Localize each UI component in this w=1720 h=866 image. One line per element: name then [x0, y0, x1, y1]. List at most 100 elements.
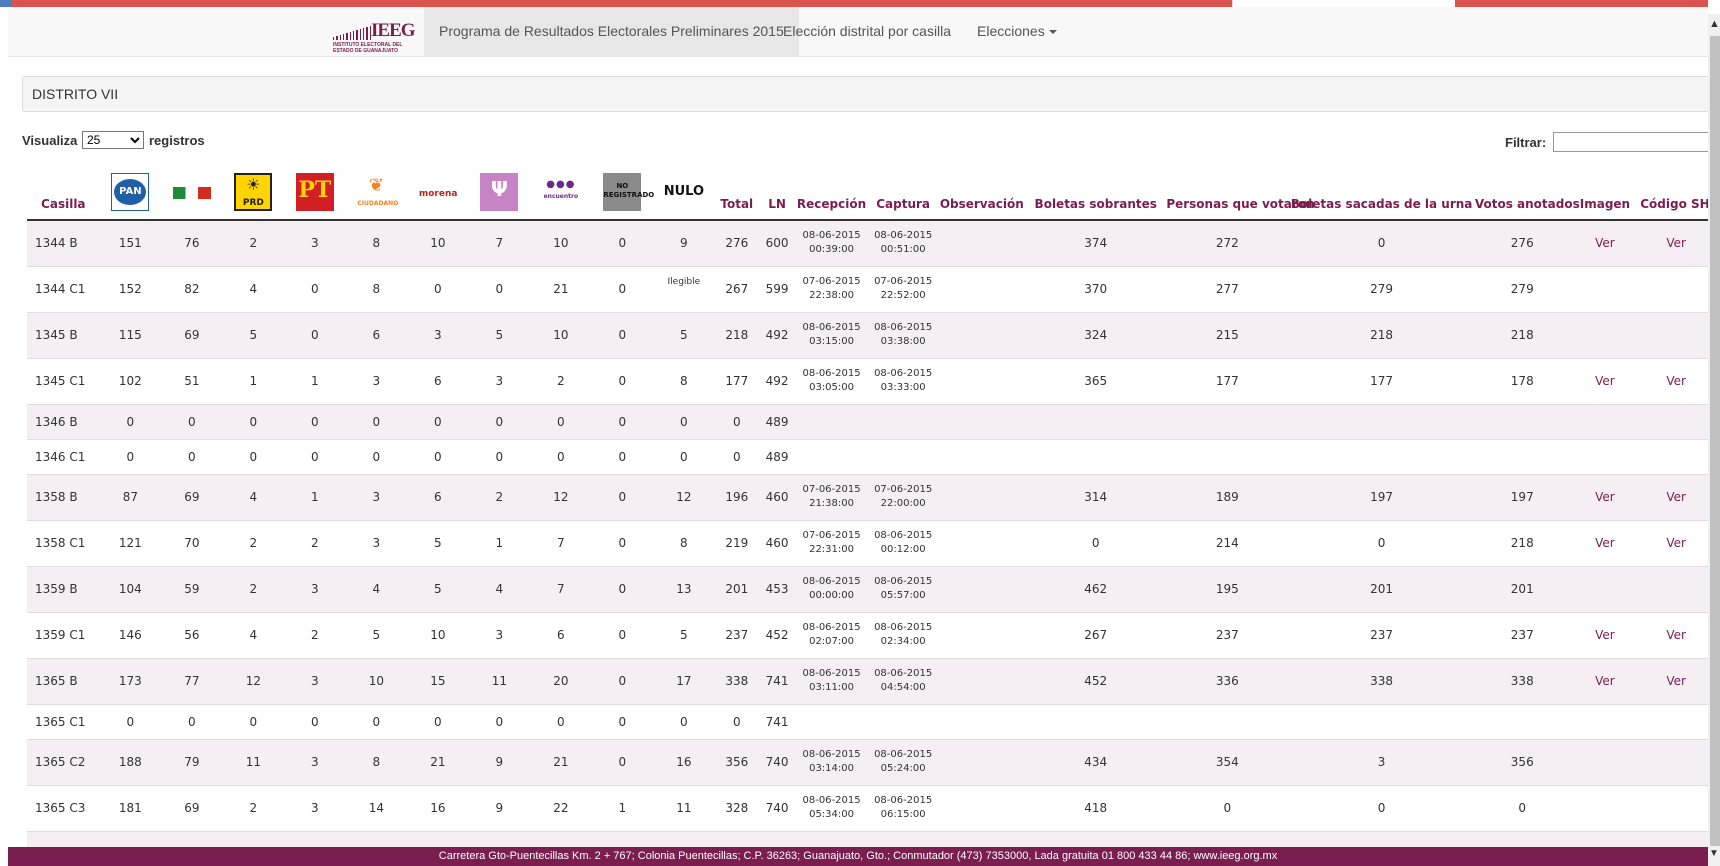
- captura-time: 02:34:00: [880, 636, 926, 647]
- captura-date: 08-06-2015: [874, 622, 933, 633]
- party-votes-cell: 173: [99, 657, 162, 704]
- ver-imagen-link[interactable]: Ver: [1595, 536, 1615, 550]
- party-votes-cell: 0: [222, 703, 285, 739]
- col-party[interactable]: [222, 165, 285, 221]
- party-votes-cell: 5: [222, 830, 285, 847]
- table-row: 1365 C2 188 79 11 3 8 21 9 21 0 16 356 740 08-06-2015…: [27, 738, 1712, 785]
- personas-votaron-cell: 277: [1166, 265, 1289, 312]
- personas-votaron-cell: [1166, 438, 1289, 474]
- ver-imagen-link[interactable]: Ver: [1595, 674, 1615, 688]
- ver-imagen-link[interactable]: Ver: [1595, 374, 1615, 388]
- party-votes-cell: 0: [468, 265, 531, 312]
- captura-time: 22:52:00: [880, 290, 926, 301]
- col-casilla[interactable]: Casilla: [27, 165, 100, 221]
- party-votes-cell: 10: [468, 830, 531, 847]
- col-observacion[interactable]: Observación: [938, 165, 1026, 221]
- col-party[interactable]: [591, 165, 654, 221]
- scroll-down-icon[interactable]: ▼: [1709, 848, 1720, 860]
- party-votes-cell: 0: [591, 219, 654, 266]
- col-captura[interactable]: Captura: [867, 165, 939, 221]
- observacion-cell: [938, 830, 1026, 847]
- party-votes-cell: 0: [591, 565, 654, 612]
- observacion-cell: [938, 403, 1026, 439]
- col-party[interactable]: [284, 165, 346, 221]
- party-votes-cell: 6: [407, 473, 469, 520]
- party-votes-cell: 0: [161, 403, 223, 439]
- nav-eleccion-distrital[interactable]: Elección distrital por casilla: [768, 7, 966, 56]
- filter-label: Filtrar:: [1505, 135, 1547, 150]
- party-votes-cell: 3: [345, 519, 408, 566]
- col-nulo[interactable]: NULO: [653, 165, 715, 221]
- codigo-sha-cell: [1640, 703, 1712, 739]
- col-codigo-sha[interactable]: Código SHA: [1640, 165, 1712, 221]
- party-votes-cell: 8: [345, 219, 408, 266]
- ver-sha-link[interactable]: Ver: [1666, 674, 1686, 688]
- party-votes-cell: 0: [284, 403, 346, 439]
- party-votes-cell: 16: [407, 784, 469, 831]
- col-party[interactable]: [530, 165, 592, 221]
- ver-sha-link[interactable]: Ver: [1666, 536, 1686, 550]
- col-imagen[interactable]: Imagen: [1569, 165, 1641, 221]
- col-total[interactable]: Total: [714, 165, 759, 221]
- boletas-sobrantes-cell: 418: [1025, 784, 1167, 831]
- ln-cell: 492: [758, 311, 796, 358]
- observacion-cell: [938, 438, 1026, 474]
- ln-cell: 452: [758, 611, 796, 658]
- boletas-sacadas-cell: 4: [1288, 830, 1475, 847]
- party-votes-cell: 51: [161, 357, 223, 404]
- recepcion-cell: 08-06-2015: [795, 830, 868, 847]
- col-recepcion[interactable]: Recepción: [795, 165, 868, 221]
- party-votes-cell: 10: [530, 311, 592, 358]
- ver-sha-link[interactable]: Ver: [1666, 236, 1686, 250]
- personas-votaron-cell: 189: [1166, 473, 1289, 520]
- party-votes-cell: 188: [99, 738, 162, 785]
- party-votes-cell: 0: [591, 519, 654, 566]
- footer-text: Carretera Gto-Puentecillas Km. 2 + 767; …: [438, 850, 1278, 862]
- col-party[interactable]: [407, 165, 469, 221]
- ver-sha-link[interactable]: Ver: [1666, 490, 1686, 504]
- imagen-cell: [1569, 703, 1641, 739]
- col-boletas-sacadas[interactable]: Boletas sacadas de la urna: [1288, 165, 1475, 221]
- casilla-cell: 1365 C2: [27, 738, 100, 785]
- personas-votaron-cell: 237: [1166, 611, 1289, 658]
- codigo-sha-cell: [1640, 265, 1712, 312]
- captura-cell: [867, 703, 939, 739]
- codigo-sha-cell: Ver: [1640, 357, 1712, 404]
- boletas-sacadas-cell: 237: [1288, 611, 1475, 658]
- captura-time: 04:54:00: [880, 682, 926, 693]
- personas-votaron-cell: 0: [1166, 784, 1289, 831]
- filter-input[interactable]: [1553, 132, 1718, 152]
- nav-elecciones-dropdown[interactable]: Elecciones: [962, 7, 1072, 56]
- party-votes-cell: 0: [161, 438, 223, 474]
- nav-prep-2015[interactable]: Programa de Resultados Electorales Preli…: [424, 7, 799, 56]
- personas-votaron-cell: [1166, 703, 1289, 739]
- scroll-up-icon[interactable]: ▲: [1709, 18, 1720, 30]
- page-scrollbar-thumb[interactable]: [1710, 36, 1720, 846]
- ver-imagen-link[interactable]: Ver: [1595, 628, 1615, 642]
- col-party[interactable]: [345, 165, 408, 221]
- ver-sha-link[interactable]: Ver: [1666, 628, 1686, 642]
- col-votos-anotados[interactable]: Votos anotados: [1474, 165, 1580, 221]
- records-per-page-select[interactable]: 25: [82, 131, 144, 149]
- ver-imagen-link[interactable]: Ver: [1595, 490, 1615, 504]
- codigo-sha-cell: Ver: [1640, 657, 1712, 704]
- party-votes-cell: 22: [530, 784, 592, 831]
- col-personas-votaron[interactable]: Personas que votaron: [1166, 165, 1315, 221]
- col-party[interactable]: [468, 165, 531, 221]
- boletas-sobrantes-cell: 267: [1025, 611, 1167, 658]
- boletas-sobrantes-cell: 0: [1025, 519, 1167, 566]
- ver-imagen-link[interactable]: Ver: [1595, 236, 1615, 250]
- ver-sha-link[interactable]: Ver: [1666, 374, 1686, 388]
- recepcion-cell: 07-06-2015 22:38:00: [795, 265, 868, 312]
- recepcion-cell: 08-06-2015 05:34:00: [795, 784, 868, 831]
- col-boletas-sobrantes[interactable]: Boletas sobrantes: [1025, 165, 1167, 221]
- col-party[interactable]: [161, 165, 223, 221]
- recepcion-date: 08-06-2015: [802, 749, 861, 760]
- party-votes-cell: 1: [468, 519, 531, 566]
- col-ln[interactable]: LN: [758, 165, 796, 221]
- ieeg-logo[interactable]: IEEG INSTITUTO ELECTORAL DEL ESTADO DE G…: [333, 20, 416, 56]
- col-party[interactable]: [99, 165, 162, 221]
- party-votes-cell: 74: [161, 830, 223, 847]
- recepcion-cell: [795, 403, 868, 439]
- party-votes-cell: 16: [530, 830, 592, 847]
